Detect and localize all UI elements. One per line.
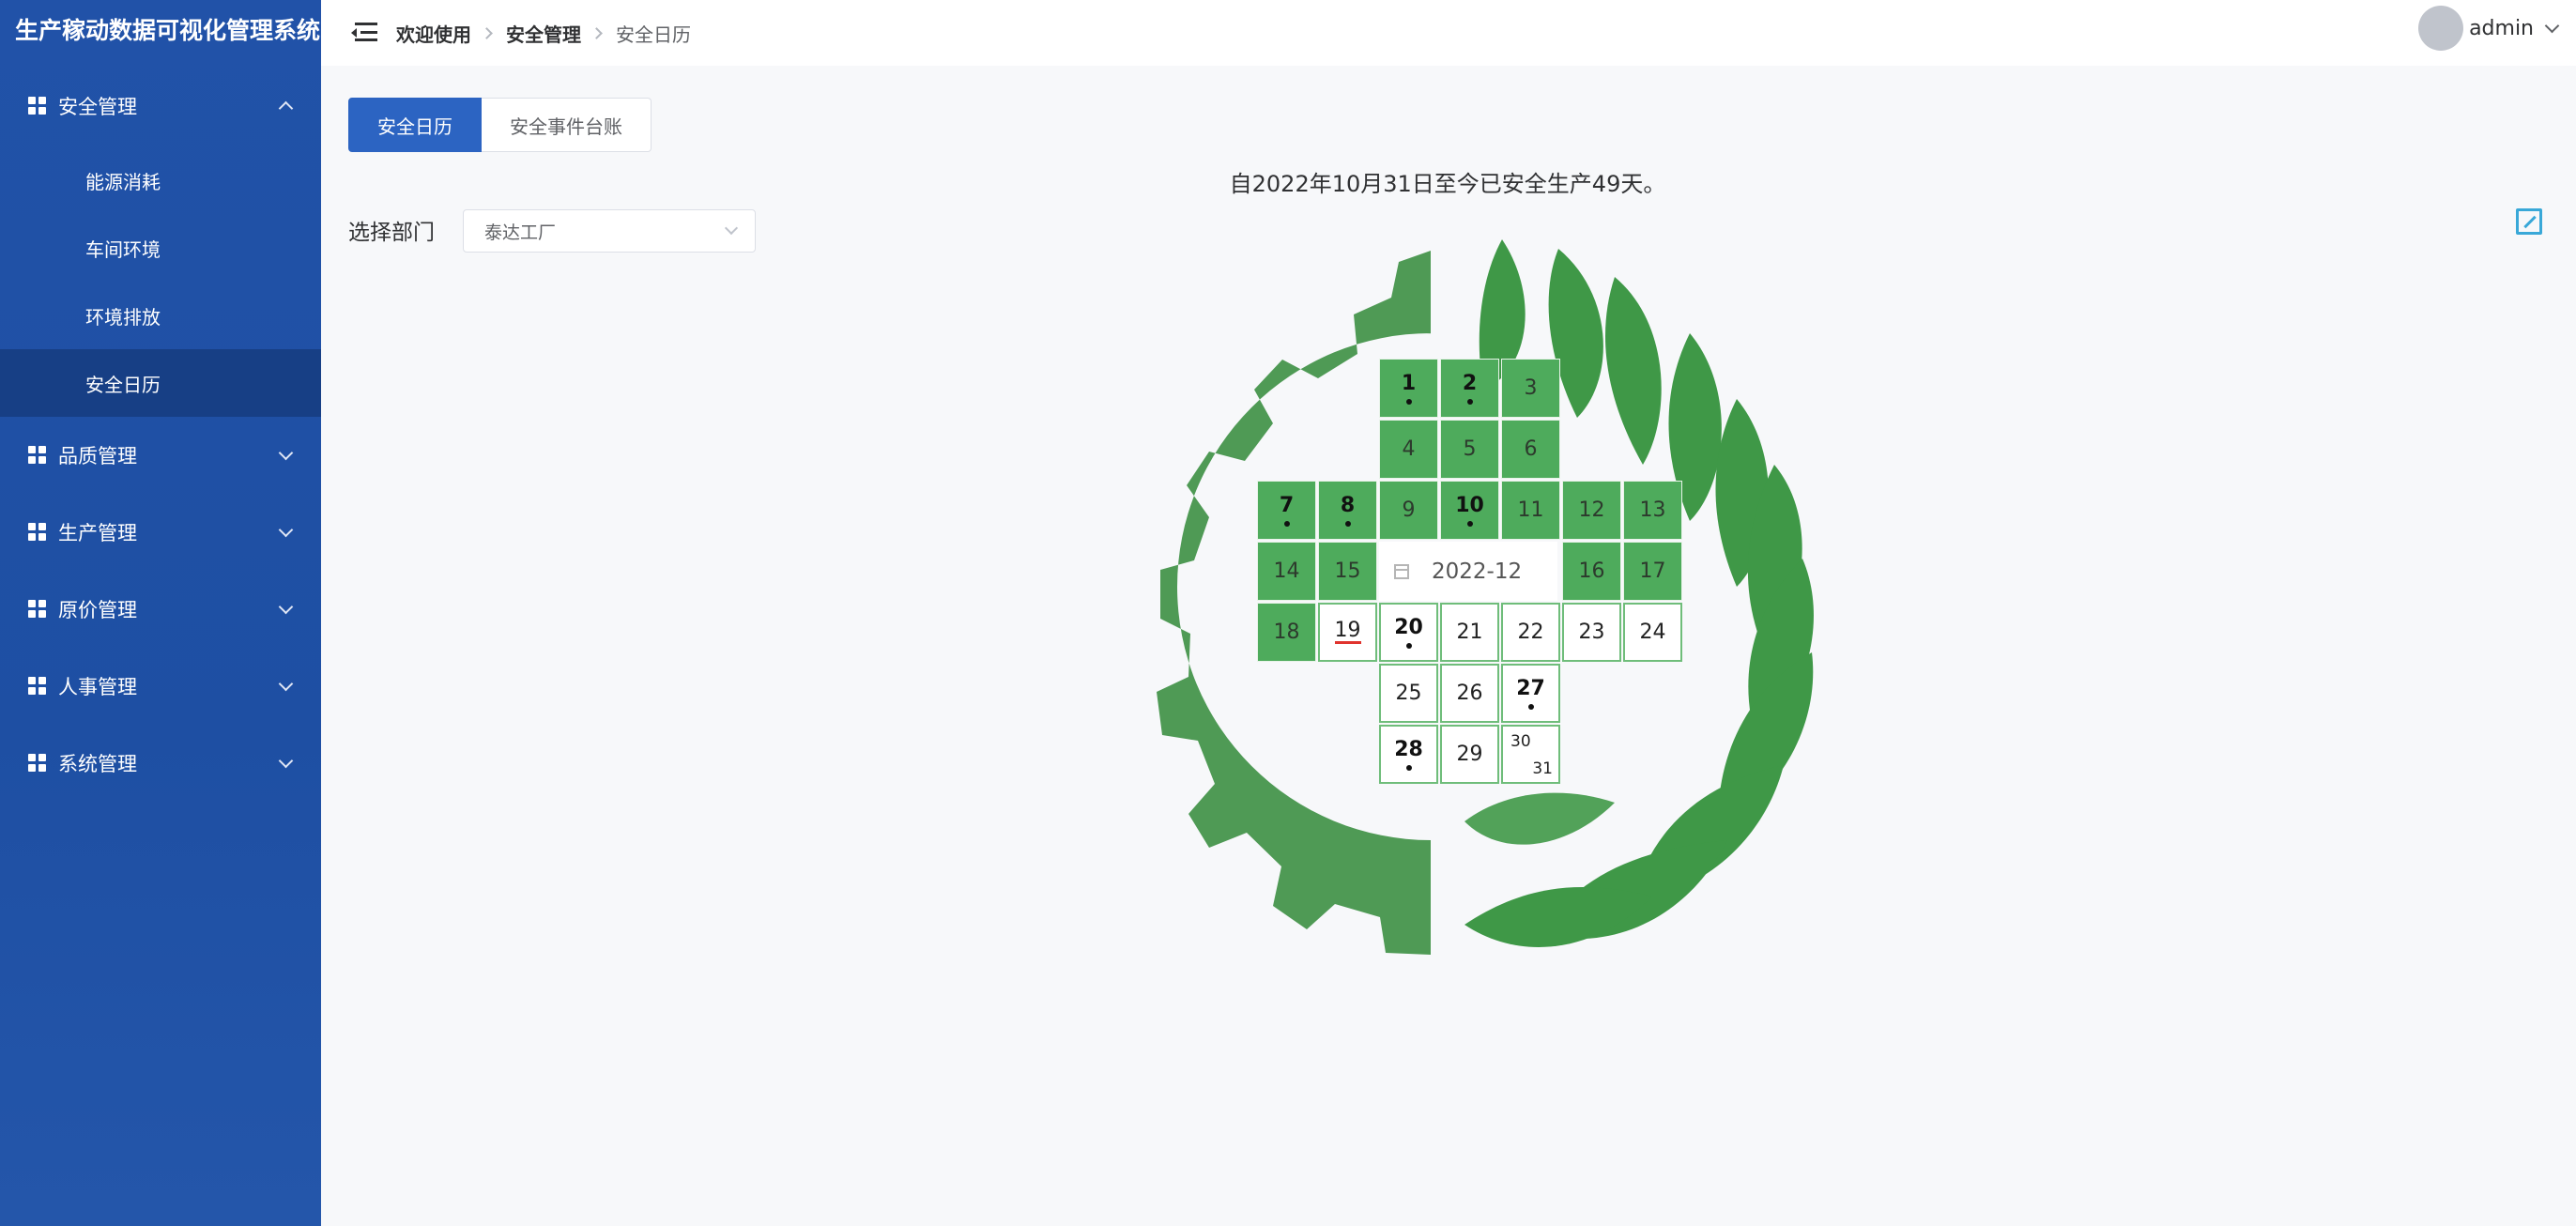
menu-head-cost[interactable]: 原价管理 (0, 571, 321, 648)
grid-icon (28, 446, 47, 465)
calendar-day[interactable]: 17 (1623, 542, 1682, 601)
calendar-day[interactable]: 9 (1379, 481, 1438, 540)
grid-icon (28, 97, 47, 115)
calendar-day[interactable]: 7 (1257, 481, 1316, 540)
chevron-right-icon (481, 26, 493, 39)
menu-label: 原价管理 (58, 599, 137, 621)
calendar-day[interactable]: 4 (1379, 420, 1438, 479)
breadcrumb-section[interactable]: 安全管理 (506, 20, 581, 47)
menu-label: 人事管理 (58, 676, 137, 698)
calendar-day[interactable]: 16 (1562, 542, 1621, 601)
calendar-day[interactable]: 15 (1318, 542, 1377, 601)
menu-group-hr: 人事管理 (0, 648, 321, 725)
menu-head-system[interactable]: 系统管理 (0, 725, 321, 802)
calendar-day-31: 31 (1532, 759, 1553, 778)
month-value: 2022-12 (1432, 559, 1523, 584)
grid-icon (28, 523, 47, 542)
calendar-day[interactable]: 23 (1562, 603, 1621, 662)
calendar-day[interactable]: 18 (1257, 603, 1316, 662)
chevron-up-icon (278, 100, 294, 115)
menu-label: 生产管理 (58, 522, 137, 544)
calendar-day[interactable]: 13 (1623, 481, 1682, 540)
calendar-day[interactable]: 10 (1440, 481, 1499, 540)
chevron-down-icon (278, 599, 294, 614)
chevron-down-icon (724, 221, 739, 236)
menu-label: 系统管理 (58, 753, 137, 775)
calendar-day-split[interactable]: 30 31 (1501, 725, 1560, 784)
calendar-day[interactable]: 21 (1440, 603, 1499, 662)
grid-icon (28, 754, 47, 773)
calendar-day[interactable]: 12 (1562, 481, 1621, 540)
calendar-day[interactable]: 29 (1440, 725, 1499, 784)
sidebar-item-safety-calendar[interactable]: 安全日历 (0, 349, 321, 417)
app-title: 生产稼动数据可视化管理系统 (15, 17, 321, 44)
chevron-down-icon (278, 676, 294, 691)
breadcrumb-current: 安全日历 (616, 23, 691, 46)
gear-leaf-emblem (1157, 239, 1814, 955)
calendar-day[interactable]: 2 (1440, 359, 1499, 418)
menu-label: 品质管理 (58, 445, 137, 467)
calendar-day[interactable]: 25 (1379, 664, 1438, 723)
breadcrumb-home[interactable]: 欢迎使用 (396, 20, 471, 47)
calendar-icon (1394, 563, 1409, 579)
tab-bar: 安全日历 安全事件台账 (348, 98, 652, 152)
grid-icon (28, 600, 47, 619)
calendar-day[interactable]: 14 (1257, 542, 1316, 601)
calendar-day-30: 30 (1510, 732, 1531, 751)
safety-logo: 1 2 3 4 5 6 7 8 9 10 11 12 13 14 15 2022… (1089, 239, 1859, 966)
grid-icon (28, 677, 47, 696)
chevron-down-icon (278, 445, 294, 460)
department-value: 泰达工厂 (484, 222, 557, 243)
department-select[interactable]: 泰达工厂 (463, 209, 756, 253)
chevron-right-icon (590, 26, 603, 39)
menu-label: 安全管理 (58, 96, 137, 118)
menu-group-quality: 品质管理 (0, 417, 321, 494)
chevron-down-icon (2544, 18, 2560, 33)
calendar-day-today[interactable]: 19 (1318, 603, 1377, 662)
sidebar-item-emission[interactable]: 环境排放 (0, 282, 321, 349)
safety-summary: 自2022年10月31日至今已安全生产49天。 (1229, 171, 1666, 197)
calendar-day[interactable]: 3 (1501, 359, 1560, 418)
calendar-day[interactable]: 22 (1501, 603, 1560, 662)
user-menu[interactable]: admin (2418, 6, 2560, 51)
chevron-down-icon (278, 522, 294, 537)
tab-safety-ledger[interactable]: 安全事件台账 (482, 98, 652, 152)
calendar-day[interactable]: 24 (1623, 603, 1682, 662)
menu-head-quality[interactable]: 品质管理 (0, 417, 321, 494)
calendar-day[interactable]: 5 (1440, 420, 1499, 479)
tab-safety-calendar[interactable]: 安全日历 (348, 98, 482, 152)
calendar-day[interactable]: 27 (1501, 664, 1560, 723)
calendar-day[interactable]: 6 (1501, 420, 1560, 479)
department-label: 选择部门 (348, 221, 435, 245)
month-picker[interactable]: 2022-12 (1379, 542, 1557, 601)
avatar (2418, 6, 2464, 51)
calendar-day[interactable]: 26 (1440, 664, 1499, 723)
calendar-day[interactable]: 28 (1379, 725, 1438, 784)
menu-head-safety[interactable]: 安全管理 (0, 66, 321, 146)
calendar-day[interactable]: 20 (1379, 603, 1438, 662)
menu-head-production[interactable]: 生产管理 (0, 494, 321, 571)
menu-group-production: 生产管理 (0, 494, 321, 571)
calendar-day[interactable]: 1 (1379, 359, 1438, 418)
hamburger-icon[interactable] (351, 23, 377, 43)
menu-group-cost: 原价管理 (0, 571, 321, 648)
menu-head-hr[interactable]: 人事管理 (0, 648, 321, 725)
menu-group-system: 系统管理 (0, 725, 321, 802)
top-header: 欢迎使用 安全管理 安全日历 admin (321, 0, 2576, 66)
chevron-down-icon (278, 753, 294, 768)
calendar-day[interactable]: 8 (1318, 481, 1377, 540)
sidebar-item-workshop[interactable]: 车间环境 (0, 214, 321, 282)
user-name: admin (2469, 16, 2534, 40)
menu-group-safety: 安全管理 能源消耗 车间环境 环境排放 安全日历 (0, 66, 321, 417)
expand-icon[interactable] (2516, 208, 2542, 235)
calendar-day[interactable]: 11 (1501, 481, 1560, 540)
